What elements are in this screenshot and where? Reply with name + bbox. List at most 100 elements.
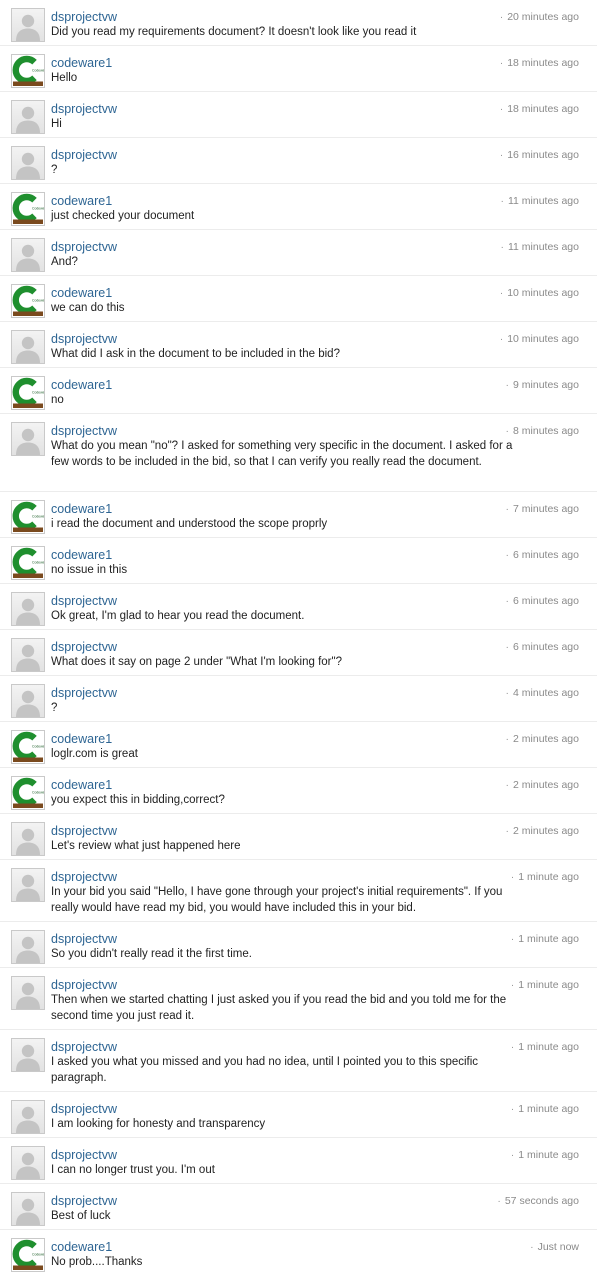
timestamp-text: 1 minute ago bbox=[518, 1041, 579, 1053]
chat-message: dsprojectvw · 8 minutes ago What do you m… bbox=[0, 414, 597, 492]
username-link[interactable]: dsprojectvw bbox=[51, 102, 117, 117]
default-user-avatar-icon[interactable] bbox=[11, 638, 45, 672]
username-link[interactable]: dsprojectvw bbox=[51, 424, 117, 439]
message-text: no issue in this bbox=[51, 564, 128, 576]
chat-message: dsprojectvw · 18 minutes ago Hi bbox=[0, 92, 597, 138]
username-link[interactable]: dsprojectvw bbox=[51, 640, 117, 655]
default-user-avatar-icon[interactable] bbox=[11, 868, 45, 902]
timestamp: · 6 minutes ago bbox=[505, 595, 579, 607]
username-link[interactable]: codeware1 bbox=[51, 286, 112, 301]
default-user-avatar-icon[interactable] bbox=[11, 822, 45, 856]
svg-text:Codeware: Codeware bbox=[32, 69, 44, 73]
default-user-avatar-icon[interactable] bbox=[11, 238, 45, 272]
timestamp: · 1 minute ago bbox=[510, 1149, 579, 1161]
default-user-avatar-icon[interactable] bbox=[11, 976, 45, 1010]
message-text: What does it say on page 2 under "What I… bbox=[51, 656, 342, 668]
codeware-logo-avatar-icon[interactable]: Codeware bbox=[11, 776, 45, 810]
message-text: I can no longer trust you. I'm out bbox=[51, 1164, 215, 1176]
username-link[interactable]: dsprojectvw bbox=[51, 932, 117, 947]
codeware-logo-avatar-icon[interactable]: Codeware bbox=[11, 500, 45, 534]
timestamp: · 1 minute ago bbox=[510, 1103, 579, 1115]
chat-message: dsprojectvw · 1 minute ago In your bid yo… bbox=[0, 860, 597, 922]
svg-text:Codeware: Codeware bbox=[32, 791, 44, 795]
default-user-avatar-icon[interactable] bbox=[11, 8, 45, 42]
username-link[interactable]: dsprojectvw bbox=[51, 1194, 117, 1209]
codeware-logo-avatar-icon[interactable]: Codeware bbox=[11, 1238, 45, 1272]
default-user-avatar-icon[interactable] bbox=[11, 1146, 45, 1180]
default-user-avatar-icon[interactable] bbox=[11, 146, 45, 180]
message-text: just checked your document bbox=[51, 210, 195, 222]
username-link[interactable]: dsprojectvw bbox=[51, 240, 117, 255]
svg-text:Codeware: Codeware bbox=[32, 299, 44, 303]
default-user-avatar-icon[interactable] bbox=[11, 930, 45, 964]
message-text: Hi bbox=[51, 118, 62, 130]
username-link[interactable]: codeware1 bbox=[51, 56, 112, 71]
username-link[interactable]: dsprojectvw bbox=[51, 1040, 117, 1055]
username-link[interactable]: dsprojectvw bbox=[51, 686, 117, 701]
chat-message: dsprojectvw · 1 minute ago Then when we s… bbox=[0, 968, 597, 1030]
default-user-avatar-icon[interactable] bbox=[11, 422, 45, 456]
message-text: ? bbox=[51, 164, 58, 176]
timestamp-text: 1 minute ago bbox=[518, 933, 579, 945]
username-link[interactable]: codeware1 bbox=[51, 778, 112, 793]
default-user-avatar-icon[interactable] bbox=[11, 330, 45, 364]
svg-text:Codeware: Codeware bbox=[32, 207, 44, 211]
message-text: What do you mean "no"? I asked for somet… bbox=[51, 440, 513, 468]
chat-message: dsprojectvw · 11 minutes ago And? bbox=[0, 230, 597, 276]
codeware-logo-avatar-icon[interactable]: Codeware bbox=[11, 730, 45, 764]
username-link[interactable]: dsprojectvw bbox=[51, 1102, 117, 1117]
username-link[interactable]: dsprojectvw bbox=[51, 148, 117, 163]
message-text: Then when we started chatting I just ask… bbox=[51, 994, 507, 1022]
timestamp: · 2 minutes ago bbox=[505, 733, 579, 745]
chat-message: dsprojectvw · 57 seconds ago Best of luck bbox=[0, 1184, 597, 1230]
username-link[interactable]: codeware1 bbox=[51, 1240, 112, 1255]
message-text: you expect this in bidding,correct? bbox=[51, 794, 225, 806]
chat-message: Codeware codeware1 ·2 minutes ago you ex… bbox=[0, 768, 597, 814]
username-link[interactable]: codeware1 bbox=[51, 732, 112, 747]
username-link[interactable]: dsprojectvw bbox=[51, 594, 117, 609]
timestamp-text: 10 minutes ago bbox=[507, 287, 579, 299]
timestamp: · Just now bbox=[530, 1241, 579, 1253]
username-link[interactable]: dsprojectvw bbox=[51, 870, 117, 885]
default-user-avatar-icon[interactable] bbox=[11, 1038, 45, 1072]
timestamp: · 10 minutes ago bbox=[499, 287, 579, 299]
chat-message: Codeware codeware1 ·18 minutes ago Hello bbox=[0, 46, 597, 92]
codeware-logo-avatar-icon[interactable]: Codeware bbox=[11, 284, 45, 318]
timestamp: · 2 minutes ago bbox=[505, 825, 579, 837]
timestamp: · 18 minutes ago bbox=[499, 57, 579, 69]
default-user-avatar-icon[interactable] bbox=[11, 684, 45, 718]
chat-message: dsprojectvw · 6 minutes ago Ok great, I'm… bbox=[0, 584, 597, 630]
username-link[interactable]: dsprojectvw bbox=[51, 978, 117, 993]
default-user-avatar-icon[interactable] bbox=[11, 592, 45, 626]
username-link[interactable]: codeware1 bbox=[51, 548, 112, 563]
timestamp-text: 11 minutes ago bbox=[507, 195, 579, 207]
chat-message: dsprojectvw · 20 minutes ago Did you read… bbox=[0, 0, 597, 46]
username-link[interactable]: dsprojectvw bbox=[51, 824, 117, 839]
chat-message: dsprojectvw · 2 minutes ago Let's review … bbox=[0, 814, 597, 860]
username-link[interactable]: dsprojectvw bbox=[51, 332, 117, 347]
svg-text:Codeware: Codeware bbox=[32, 515, 44, 519]
default-user-avatar-icon[interactable] bbox=[11, 100, 45, 134]
username-link[interactable]: codeware1 bbox=[51, 378, 112, 393]
username-link[interactable]: codeware1 bbox=[51, 502, 112, 517]
timestamp: · 2 minutes ago bbox=[505, 779, 579, 791]
codeware-logo-avatar-icon[interactable]: Codeware bbox=[11, 192, 45, 226]
username-link[interactable]: dsprojectvw bbox=[51, 1148, 117, 1163]
timestamp: · 7 minutes ago bbox=[505, 503, 579, 515]
codeware-logo-avatar-icon[interactable]: Codeware bbox=[11, 546, 45, 580]
username-link[interactable]: codeware1 bbox=[51, 194, 112, 209]
default-user-avatar-icon[interactable] bbox=[11, 1192, 45, 1226]
chat-message: Codeware codeware1 ·11 minutes ago just … bbox=[0, 184, 597, 230]
message-text: And? bbox=[51, 256, 78, 268]
chat-message: dsprojectvw · 1 minute ago I am looking f… bbox=[0, 1092, 597, 1138]
codeware-logo-avatar-icon[interactable]: Codeware bbox=[11, 54, 45, 88]
username-link[interactable]: dsprojectvw bbox=[51, 10, 117, 25]
timestamp-text: 6 minutes ago bbox=[513, 549, 579, 561]
codeware-logo-avatar-icon[interactable]: Codeware bbox=[11, 376, 45, 410]
message-text: I am looking for honesty and transparenc… bbox=[51, 1118, 266, 1130]
timestamp-text: 16 minutes ago bbox=[507, 149, 579, 161]
default-user-avatar-icon[interactable] bbox=[11, 1100, 45, 1134]
timestamp: · 1 minute ago bbox=[510, 933, 579, 945]
timestamp-text: 2 minutes ago bbox=[513, 825, 579, 837]
timestamp-text: 2 minutes ago bbox=[513, 733, 579, 745]
